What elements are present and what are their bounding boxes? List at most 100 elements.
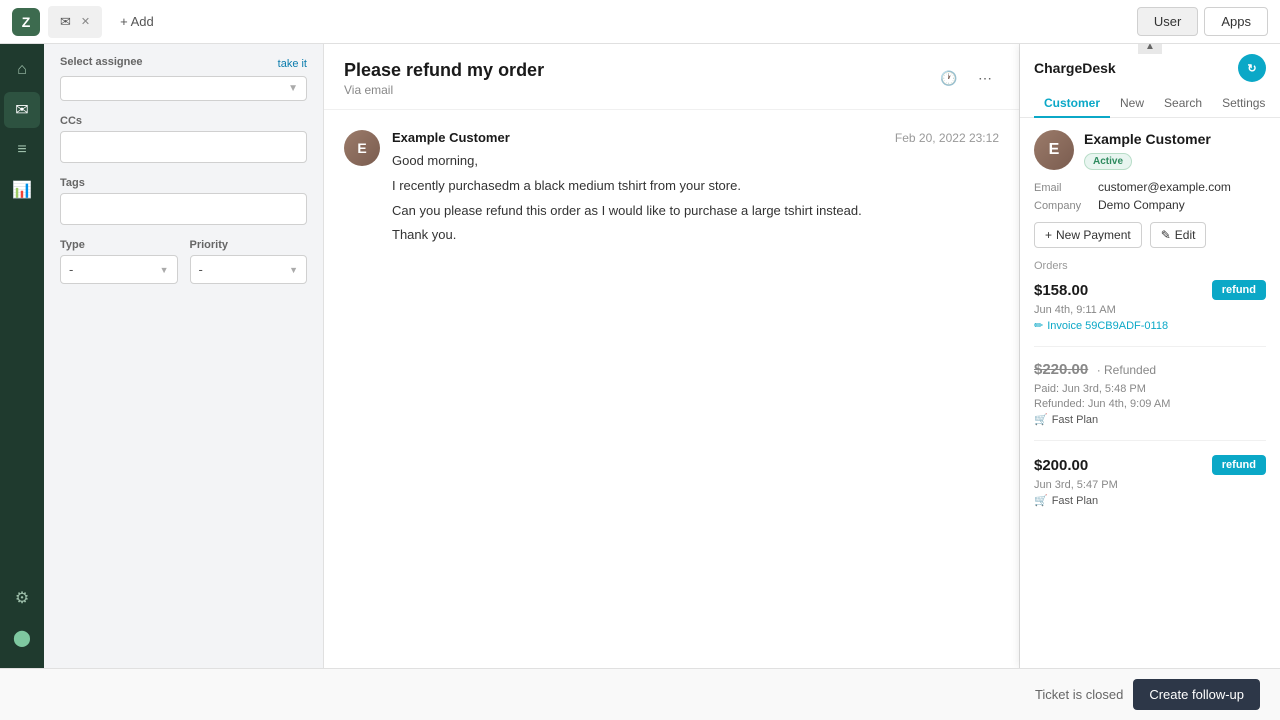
order-item-3: $200.00 refund Jun 3rd, 5:47 PM 🛒 Fast P… [1034, 455, 1266, 521]
sidebar-chart-icon[interactable]: 📊 [4, 172, 40, 208]
tab-new[interactable]: New [1110, 90, 1154, 118]
edit-button[interactable]: ✎ Edit [1150, 222, 1207, 248]
order-1-amount: $158.00 [1034, 282, 1088, 299]
user-button[interactable]: User [1137, 7, 1198, 36]
email-detail-row: Email customer@example.com [1034, 180, 1266, 194]
customer-avatar: E [1034, 130, 1074, 170]
order-3-date: Jun 3rd, 5:47 PM [1034, 479, 1266, 491]
sidebar-user-icon[interactable]: ⬤ [4, 620, 40, 656]
status-badge: Active [1084, 153, 1132, 170]
main-area: ⌂ ✉ ≡ 📊 ⚙ ⬤ Select assignee take it ▼ CC… [0, 44, 1280, 668]
collapse-button[interactable]: ▲ [1138, 44, 1162, 54]
pencil-icon: ✏ [1034, 319, 1043, 332]
ticket-history-icon[interactable]: 🕐 [935, 65, 963, 93]
ticket-more-icon[interactable]: ⋯ [971, 65, 999, 93]
email-icon: ✉ [60, 14, 71, 30]
msg-line-1: Good morning, [392, 151, 999, 172]
chargedesk-title-row: ChargeDesk ↻ [1034, 54, 1266, 82]
customer-action-row: + New Payment ✎ Edit [1034, 222, 1266, 248]
chargedesk-panel: ▲ ChargeDesk ↻ Customer New Search Setti… [1020, 44, 1280, 668]
plus-icon: + [1045, 228, 1052, 242]
customer-section: E Example Customer Active Email customer… [1034, 130, 1266, 248]
order-3-top-row: $200.00 refund [1034, 455, 1266, 475]
ccs-label: CCs [60, 115, 307, 127]
refund-button-3[interactable]: refund [1212, 455, 1266, 475]
order-2-amount-refunded: $220.00 · Refunded [1034, 361, 1156, 379]
chargedesk-title: ChargeDesk [1034, 60, 1116, 76]
chargedesk-tabs: Customer New Search Settings [1034, 90, 1266, 117]
msg-line-2: I recently purchasedm a black medium tsh… [392, 176, 999, 197]
order-2-refunded-label: · Refunded [1097, 363, 1156, 377]
sidebar-settings-icon[interactable]: ⚙ [4, 580, 40, 616]
sender-name: Example Customer [392, 130, 510, 145]
top-bar-right: User Apps [1137, 7, 1268, 36]
chargedesk-body: E Example Customer Active Email customer… [1020, 118, 1280, 668]
tab-close-icon[interactable]: ✕ [81, 15, 90, 28]
tab-search[interactable]: Search [1154, 90, 1212, 118]
message-content: Example Customer Feb 20, 2022 23:12 Good… [392, 130, 999, 250]
apps-button[interactable]: Apps [1204, 7, 1268, 36]
ccs-input[interactable] [60, 131, 307, 163]
order-3-amount: $200.00 [1034, 457, 1088, 474]
center-panel: Please refund my order Via email 🕐 ⋯ E E… [324, 44, 1020, 668]
sidebar-bottom-icons: ⚙ ⬤ [4, 580, 40, 656]
orders-label: Orders [1034, 260, 1266, 272]
chargedesk-brand-icon: ↻ [1238, 54, 1266, 82]
company-label: Company [1034, 200, 1090, 212]
tab-customer[interactable]: Customer [1034, 90, 1110, 118]
messages-area: E Example Customer Feb 20, 2022 23:12 Go… [324, 110, 1019, 668]
priority-dropdown[interactable]: - ▼ [190, 255, 308, 284]
msg-line-4: Thank you. [392, 225, 999, 246]
orders-section: Orders $158.00 refund Jun 4th, 9:11 AM ✏… [1034, 260, 1266, 521]
type-field: Type - ▼ [60, 239, 178, 284]
company-detail-row: Company Demo Company [1034, 198, 1266, 212]
order-1-invoice[interactable]: ✏ Invoice 59CB9ADF-0118 [1034, 319, 1266, 332]
order-2-plan: 🛒 Fast Plan [1034, 413, 1266, 426]
add-tab-button[interactable]: + Add [110, 10, 164, 33]
tags-label: Tags [60, 177, 307, 189]
sidebar-email-icon[interactable]: ✉ [4, 92, 40, 128]
take-it-link[interactable]: take it [278, 58, 307, 70]
order-1-top-row: $158.00 refund [1034, 280, 1266, 300]
app-logo: Z [12, 8, 40, 36]
create-follow-up-button[interactable]: Create follow-up [1133, 679, 1260, 710]
edit-icon: ✎ [1161, 228, 1171, 242]
message-time: Feb 20, 2022 23:12 [895, 131, 999, 145]
customer-details: Email customer@example.com Company Demo … [1034, 180, 1266, 212]
icon-sidebar: ⌂ ✉ ≡ 📊 ⚙ ⬤ [0, 44, 44, 668]
cart-icon-3: 🛒 [1034, 494, 1048, 507]
customer-name: Example Customer [1084, 131, 1266, 147]
assignee-field: Select assignee take it ▼ [60, 56, 307, 101]
order-2-date-paid: Paid: Jun 3rd, 5:48 PM [1034, 383, 1266, 395]
order-1-date: Jun 4th, 9:11 AM [1034, 304, 1266, 316]
priority-label: Priority [190, 239, 308, 251]
new-payment-button[interactable]: + New Payment [1034, 222, 1142, 248]
customer-name-section: Example Customer Active [1084, 131, 1266, 170]
email-tab[interactable]: ✉ ✕ [48, 6, 102, 38]
message-meta: Example Customer Feb 20, 2022 23:12 [392, 130, 999, 145]
order-2-date-refunded: Refunded: Jun 4th, 9:09 AM [1034, 398, 1266, 410]
ticket-header: Please refund my order Via email 🕐 ⋯ [324, 44, 1019, 110]
type-priority-row: Type - ▼ Priority - ▼ [60, 239, 307, 284]
cart-icon: 🛒 [1034, 413, 1048, 426]
order-item-1: $158.00 refund Jun 4th, 9:11 AM ✏ Invoic… [1034, 280, 1266, 347]
avatar: E [344, 130, 380, 166]
assignee-dropdown[interactable]: ▼ [60, 76, 307, 101]
tab-settings[interactable]: Settings [1212, 90, 1275, 118]
type-dropdown[interactable]: - ▼ [60, 255, 178, 284]
type-chevron-icon: ▼ [160, 265, 169, 275]
order-2-top-row: $220.00 · Refunded [1034, 361, 1266, 379]
order-item-2: $220.00 · Refunded Paid: Jun 3rd, 5:48 P… [1034, 361, 1266, 441]
sidebar-list-icon[interactable]: ≡ [4, 132, 40, 168]
priority-chevron-icon: ▼ [289, 265, 298, 275]
email-label: Email [1034, 182, 1090, 194]
sidebar-home-icon[interactable]: ⌂ [4, 52, 40, 88]
top-bar: Z ✉ ✕ + Add User Apps [0, 0, 1280, 44]
priority-field: Priority - ▼ [190, 239, 308, 284]
chevron-down-icon: ▼ [288, 83, 298, 94]
bottom-bar: Ticket is closed Create follow-up [0, 668, 1280, 720]
company-value: Demo Company [1098, 198, 1185, 212]
refund-button-1[interactable]: refund [1212, 280, 1266, 300]
email-value: customer@example.com [1098, 180, 1231, 194]
tags-input[interactable] [60, 193, 307, 225]
